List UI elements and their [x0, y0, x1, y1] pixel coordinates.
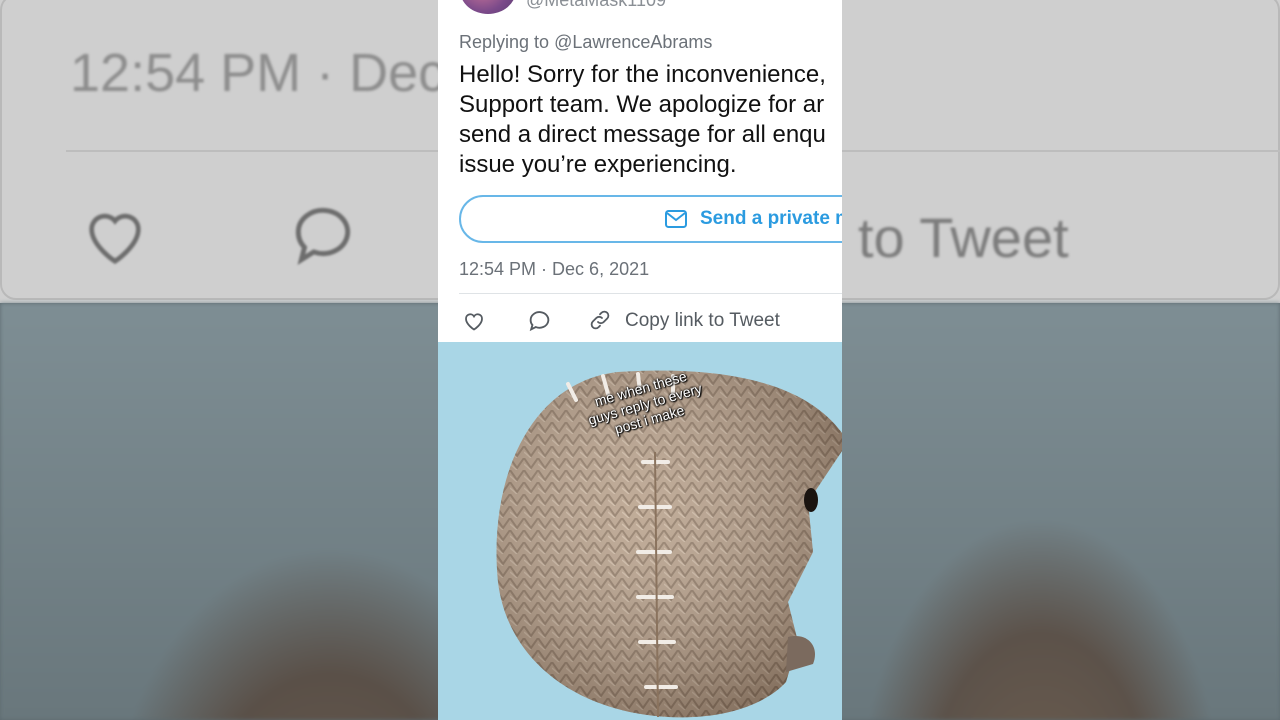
replying-prefix: Replying to	[459, 32, 555, 52]
replying-to: Replying to @LawrenceAbrams	[459, 32, 712, 53]
avatar	[460, 0, 516, 14]
meme-image: me when these guys reply to every post i…	[438, 342, 842, 720]
tweet-timestamp[interactable]: 12:54 PM · Dec 6, 2021	[459, 259, 649, 280]
tweet-body: Hello! Sorry for the inconvenience, Supp…	[459, 60, 842, 180]
tweet-text-line: Support team. We apologize for ar	[459, 91, 825, 118]
send-private-message-button[interactable]: Send a private m	[459, 195, 842, 243]
video-content-panel: @MetaMask1109 Replying to @LawrenceAbram…	[438, 0, 842, 720]
tweet-screenshot: @MetaMask1109 Replying to @LawrenceAbram…	[438, 0, 842, 342]
replying-mention-link[interactable]: @LawrenceAbrams	[554, 32, 712, 52]
heart-icon[interactable]	[462, 309, 486, 333]
background-timestamp: 12:54 PM · Dec	[70, 43, 446, 103]
background-comment-icon	[295, 207, 351, 265]
tweet-text-line: send a direct message for all enqu	[459, 121, 826, 148]
copy-link-to-tweet[interactable]: Copy link to Tweet	[625, 310, 780, 332]
send-private-message-label: Send a private m	[700, 208, 842, 229]
envelope-icon	[665, 210, 687, 228]
comment-icon[interactable]	[527, 308, 552, 333]
background-copy-text: to Tweet	[858, 206, 1069, 269]
author-handle: @MetaMask1109	[526, 0, 667, 10]
tweet-text-line: Hello! Sorry for the inconvenience,	[459, 61, 826, 88]
tweet-text-line: issue you’re experiencing.	[459, 151, 737, 178]
divider	[459, 293, 842, 294]
background-heart-icon	[89, 213, 141, 265]
link-icon[interactable]	[588, 308, 612, 332]
